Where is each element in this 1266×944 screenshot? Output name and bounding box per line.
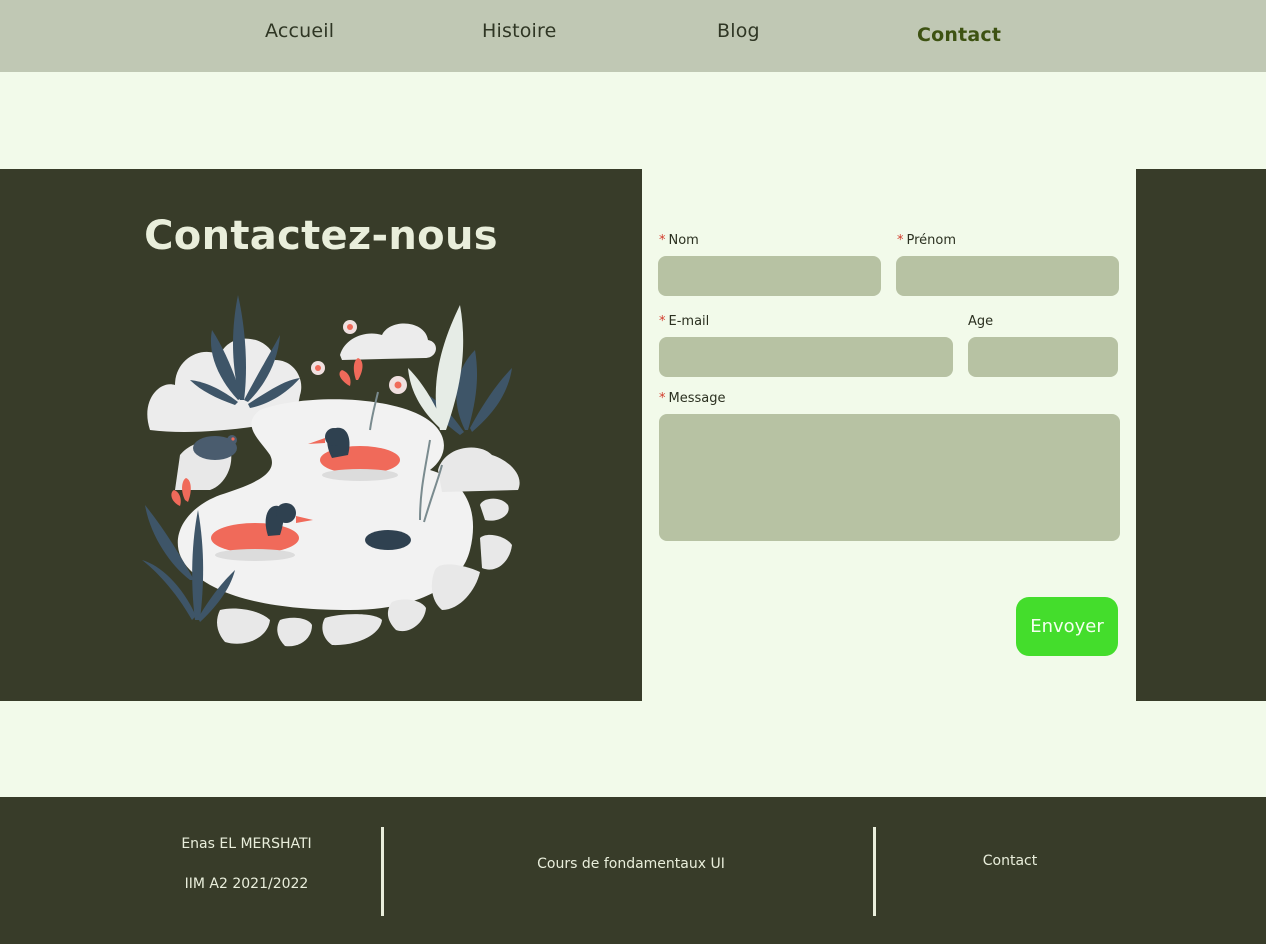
footer-contact-link[interactable]: Contact (960, 853, 1060, 869)
age-field[interactable] (968, 337, 1118, 377)
age-label: Age (968, 314, 994, 329)
footer-divider (873, 827, 876, 916)
nav-link-contact[interactable]: Contact (917, 24, 1001, 46)
nom-label: * Nom (659, 233, 699, 248)
footer-course: Cours de fondamentaux UI (537, 856, 725, 872)
top-navigation: Accueil Histoire Blog Contact (0, 0, 1266, 72)
required-mark: * (659, 391, 666, 406)
pond-ducks-illustration (142, 295, 520, 647)
nom-field[interactable] (658, 256, 881, 296)
required-mark: * (897, 233, 904, 248)
send-button[interactable]: Envoyer (1016, 597, 1118, 656)
prenom-field[interactable] (896, 256, 1119, 296)
nav-link-histoire[interactable]: Histoire (482, 20, 557, 42)
prenom-label: * Prénom (897, 233, 957, 248)
message-label: * Message (659, 391, 726, 406)
page-title: Contactez-nous (144, 212, 498, 259)
email-label: * E-mail (659, 314, 710, 329)
email-field[interactable] (659, 337, 953, 377)
required-mark: * (659, 233, 666, 248)
footer-class-info: IIM A2 2021/2022 (184, 876, 309, 892)
footer-author: Enas EL MERSHATI (181, 836, 312, 852)
footer-divider (381, 827, 384, 916)
required-mark: * (659, 314, 666, 329)
nav-link-accueil[interactable]: Accueil (265, 20, 334, 42)
message-field[interactable] (659, 414, 1120, 541)
nav-link-blog[interactable]: Blog (717, 20, 760, 42)
